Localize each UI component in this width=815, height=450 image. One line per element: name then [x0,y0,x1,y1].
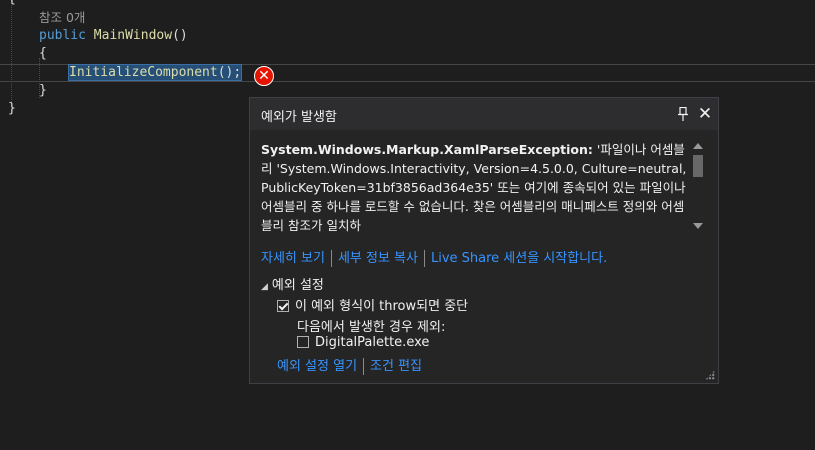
scroll-down-icon[interactable] [693,223,703,229]
scroll-thumb[interactable] [693,155,703,177]
constructor-name: MainWindow [93,28,173,43]
code-line-constructor: public MainWindow() [39,27,188,45]
codelens-references[interactable]: 참조 0개 [39,9,85,27]
code-line-outer-close: } [8,101,16,116]
link-separator [423,250,425,267]
exception-type: System.Windows.Markup.XamlParseException… [261,142,593,157]
settings-header-label: 예외 설정 [271,278,324,293]
break-when-thrown-label: 이 예외 형식이 throw되면 중단 [295,299,469,314]
call-suffix: (); [217,65,242,80]
break-when-thrown-checkbox[interactable] [277,300,289,312]
popup-header: 예외가 발생함 ✕ [250,98,718,130]
view-details-link[interactable]: 자세히 보기 [261,251,325,266]
exception-settings-header[interactable]: ◢ 예외 설정 [261,274,324,293]
open-exception-settings-link[interactable]: 예외 설정 열기 [277,359,357,374]
collapse-triangle-icon[interactable]: ◢ [261,282,268,292]
close-icon[interactable]: ✕ [696,104,714,124]
code-line-close-brace: } [39,83,47,98]
link-separator [363,358,365,375]
module-checkbox[interactable] [297,336,309,348]
except-when-label: 다음에서 발생한 경우 제외: [297,320,446,335]
keyword-public: public [39,28,86,43]
edit-conditions-link[interactable]: 조건 편집 [370,359,422,374]
selected-code[interactable]: InitializeComponent(); [67,64,243,81]
live-share-link[interactable]: Live Share 세션을 시작합니다. [431,251,607,266]
action-links: 자세히 보기 세부 정보 복사 Live Share 세션을 시작합니다. [261,247,607,267]
pin-icon[interactable] [674,104,692,124]
error-icon[interactable]: ✕ [254,66,274,86]
indent-guide [11,0,12,110]
resize-grip-icon[interactable] [705,370,715,380]
break-when-thrown-row[interactable]: 이 예외 형식이 throw되면 중단 [277,295,468,314]
code-line-initialize: InitializeComponent(); [67,64,243,82]
popup-title: 예외가 발생함 [261,110,337,125]
call-name: InitializeComponent [69,65,218,80]
constructor-parens: () [172,28,188,43]
exception-message: System.Windows.Markup.XamlParseException… [261,140,689,232]
module-row[interactable]: DigitalPalette.exe [297,335,429,350]
copy-details-link[interactable]: 세부 정보 복사 [338,251,418,266]
exception-popup: 예외가 발생함 ✕ System.Windows.Markup.XamlPars… [249,97,719,384]
scroll-up-icon[interactable] [693,143,703,149]
code-line-brace-top: { [8,0,16,8]
link-separator [330,250,332,267]
code-line-open-brace: { [39,46,47,61]
message-scrollbar[interactable] [691,140,705,232]
module-label: DigitalPalette.exe [315,335,430,350]
settings-links: 예외 설정 열기 조건 편집 [277,355,422,375]
